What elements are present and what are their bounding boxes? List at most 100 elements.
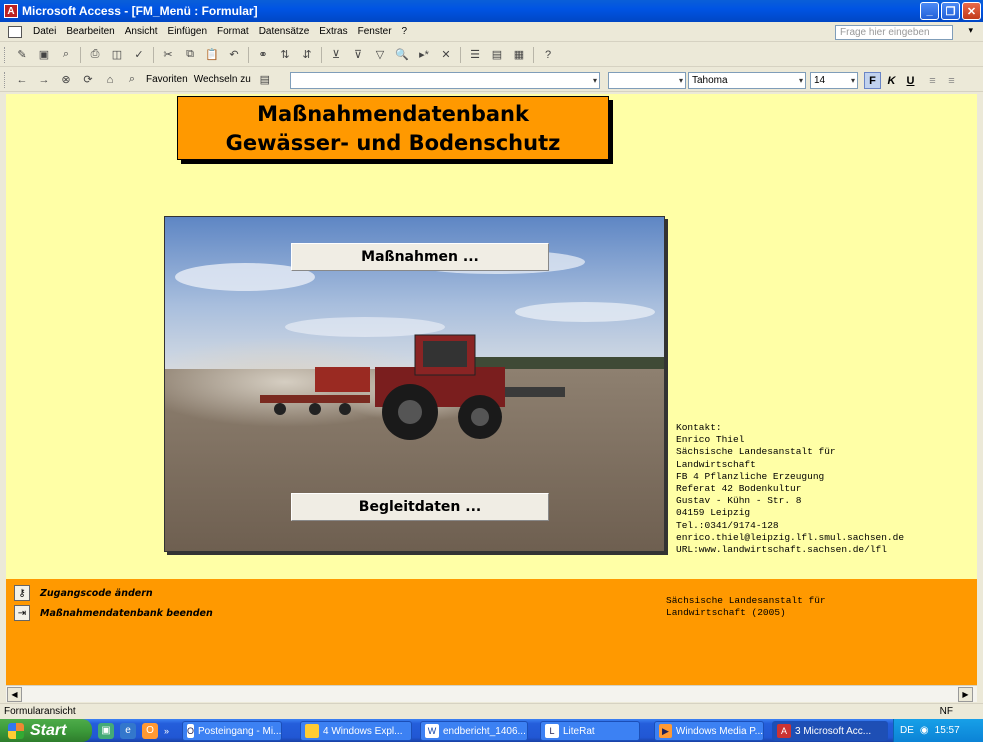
- form-footer: ⚷ Zugangscode ändern ⇥ Maßnahmendatenban…: [6, 579, 977, 685]
- find-icon[interactable]: 🔍: [394, 47, 410, 63]
- exit-database-link[interactable]: ⇥ Maßnahmendatenbank beenden: [14, 605, 213, 621]
- restore-button[interactable]: ❐: [941, 2, 960, 20]
- exit-door-icon[interactable]: ⇥: [14, 605, 30, 621]
- scroll-left-icon[interactable]: ◀: [7, 687, 22, 702]
- show-web-toolbar-icon[interactable]: ▤: [257, 72, 273, 88]
- refresh-icon[interactable]: ⟳: [80, 72, 96, 88]
- close-button[interactable]: ✕: [962, 2, 981, 20]
- menu-bearbeiten[interactable]: Bearbeiten: [61, 26, 119, 37]
- view-mode-status: Formularansicht: [4, 706, 76, 717]
- task-literat[interactable]: L LiteRat: [540, 721, 640, 741]
- form-doc-icon[interactable]: [8, 25, 22, 38]
- spelling-icon[interactable]: ✓: [131, 47, 147, 63]
- literat-icon: L: [545, 724, 559, 738]
- task-outlook[interactable]: O Posteingang - Mi...: [182, 721, 282, 741]
- companion-data-button[interactable]: Begleitdaten ...: [291, 493, 549, 521]
- measures-button[interactable]: Maßnahmen ...: [291, 243, 549, 271]
- status-bar: Formularansicht NF: [0, 703, 983, 719]
- bold-button[interactable]: F: [864, 72, 881, 89]
- standard-toolbar: ✎ ▣ ⌕ ⎙ ◫ ✓ ✂ ⧉ 📋 ↶ ⚭ ⇅ ⇵ ⊻ ⊽ ▽ 🔍 ▸* ✕ ☰…: [0, 43, 983, 67]
- print-preview-icon[interactable]: ◫: [109, 47, 125, 63]
- address-input[interactable]: ▾: [290, 72, 600, 89]
- cut-icon[interactable]: ✂: [160, 47, 176, 63]
- filter-selection-icon[interactable]: ⊻: [328, 47, 344, 63]
- windows-flag-icon: [8, 722, 24, 739]
- horizontal-scrollbar[interactable]: ◀ ▶: [6, 685, 977, 702]
- key-icon[interactable]: ⚷: [14, 585, 30, 601]
- search-file-icon[interactable]: ⌕: [58, 47, 74, 63]
- menu-format[interactable]: Format: [212, 26, 254, 37]
- contact-info: Kontakt: Enrico Thiel Sächsische Landesa…: [676, 422, 905, 556]
- menu-einfuegen[interactable]: Einfügen: [163, 26, 212, 37]
- paste-icon[interactable]: 📋: [204, 47, 220, 63]
- quicklaunch-ie-icon[interactable]: e: [120, 722, 136, 739]
- quicklaunch-desktop-icon[interactable]: ▣: [98, 722, 114, 739]
- folder-icon: [305, 724, 319, 738]
- properties-icon[interactable]: ☰: [467, 47, 483, 63]
- task-explorer[interactable]: 4 Windows Expl...: [300, 721, 412, 741]
- scroll-right-icon[interactable]: ▶: [958, 687, 973, 702]
- menu-fenster[interactable]: Fenster: [353, 26, 397, 37]
- search-web-icon[interactable]: ⌕: [124, 72, 140, 88]
- home-icon[interactable]: ⌂: [102, 72, 118, 88]
- chevron-down-icon: ▾: [798, 76, 803, 85]
- align-left-icon[interactable]: ≡: [924, 72, 941, 89]
- chevron-down-icon: ▾: [678, 76, 683, 85]
- undo-icon[interactable]: ↶: [226, 47, 242, 63]
- save-icon[interactable]: ▣: [36, 47, 52, 63]
- tractor-photo: Maßnahmen ... Begleitdaten ...: [164, 216, 665, 552]
- change-access-code-link[interactable]: ⚷ Zugangscode ändern: [14, 585, 153, 601]
- access-app-icon[interactable]: A: [4, 4, 18, 18]
- menu-ansicht[interactable]: Ansicht: [120, 26, 163, 37]
- menu-datei[interactable]: Datei: [28, 26, 61, 37]
- chevron-down-icon: ▾: [850, 76, 855, 85]
- filter-form-icon[interactable]: ⊽: [350, 47, 366, 63]
- hyperlink-icon[interactable]: ⚭: [255, 47, 271, 63]
- title-bar: A Microsoft Access - [FM_Menü : Formular…: [0, 0, 983, 22]
- object-combo[interactable]: ▾: [608, 72, 686, 89]
- new-object-icon[interactable]: ▦: [511, 47, 527, 63]
- language-indicator[interactable]: DE: [900, 725, 914, 736]
- print-icon[interactable]: ⎙: [87, 47, 103, 63]
- delete-record-icon[interactable]: ✕: [438, 47, 454, 63]
- form-canvas: Maßnahmendatenbank Gewässer- und Bodensc…: [6, 94, 977, 685]
- menu-help[interactable]: ?: [397, 26, 413, 37]
- goto-menu[interactable]: Wechseln zu: [191, 74, 254, 85]
- copy-icon[interactable]: ⧉: [182, 47, 198, 63]
- clock[interactable]: 15:57: [935, 725, 960, 736]
- font-size-combo[interactable]: 14 ▾: [810, 72, 858, 89]
- task-media-player[interactable]: ▶ Windows Media P...: [654, 721, 764, 741]
- network-icon[interactable]: ◉: [920, 725, 929, 736]
- font-name-combo[interactable]: Tahoma ▾: [688, 72, 806, 89]
- word-icon: W: [425, 724, 439, 738]
- task-access[interactable]: A3 Microsoft Acc...: [772, 721, 888, 741]
- sort-desc-icon[interactable]: ⇵: [299, 47, 315, 63]
- help-search-input[interactable]: Frage hier eingeben: [835, 25, 953, 40]
- italic-button[interactable]: K: [883, 72, 900, 89]
- back-icon[interactable]: ←: [14, 72, 30, 88]
- start-button[interactable]: Start: [0, 719, 92, 742]
- quicklaunch-outlook-icon[interactable]: O: [142, 722, 158, 739]
- underline-button[interactable]: U: [902, 72, 919, 89]
- stop-icon[interactable]: ⊗: [58, 72, 74, 88]
- task-word[interactable]: Wendbericht_1406...: [420, 721, 528, 741]
- new-record-icon[interactable]: ▸*: [416, 47, 432, 63]
- menu-datensaetze[interactable]: Datensätze: [254, 26, 315, 37]
- outlook-icon: O: [187, 724, 195, 738]
- favorites-menu[interactable]: Favoriten: [143, 74, 191, 85]
- apply-filter-icon[interactable]: ▽: [372, 47, 388, 63]
- view-icon[interactable]: ✎: [14, 47, 30, 63]
- vertical-scrollbar[interactable]: [977, 94, 983, 685]
- database-window-icon[interactable]: ▤: [489, 47, 505, 63]
- help-icon[interactable]: ?: [540, 47, 556, 63]
- menu-extras[interactable]: Extras: [314, 26, 352, 37]
- footer-credit: Sächsische Landesanstalt für Landwirtsch…: [666, 595, 826, 618]
- sort-asc-icon[interactable]: ⇅: [277, 47, 293, 63]
- chevron-down-icon[interactable]: ▾: [968, 25, 973, 36]
- numlock-status: NF: [939, 706, 953, 717]
- chevron-right-icon[interactable]: »: [164, 726, 169, 736]
- align-center-icon[interactable]: ≡: [943, 72, 960, 89]
- minimize-button[interactable]: _: [920, 2, 939, 20]
- web-toolbar: ← → ⊗ ⟳ ⌂ ⌕ Favoriten Wechseln zu ▤ ▾ ▾ …: [0, 68, 983, 92]
- forward-icon[interactable]: →: [36, 72, 52, 88]
